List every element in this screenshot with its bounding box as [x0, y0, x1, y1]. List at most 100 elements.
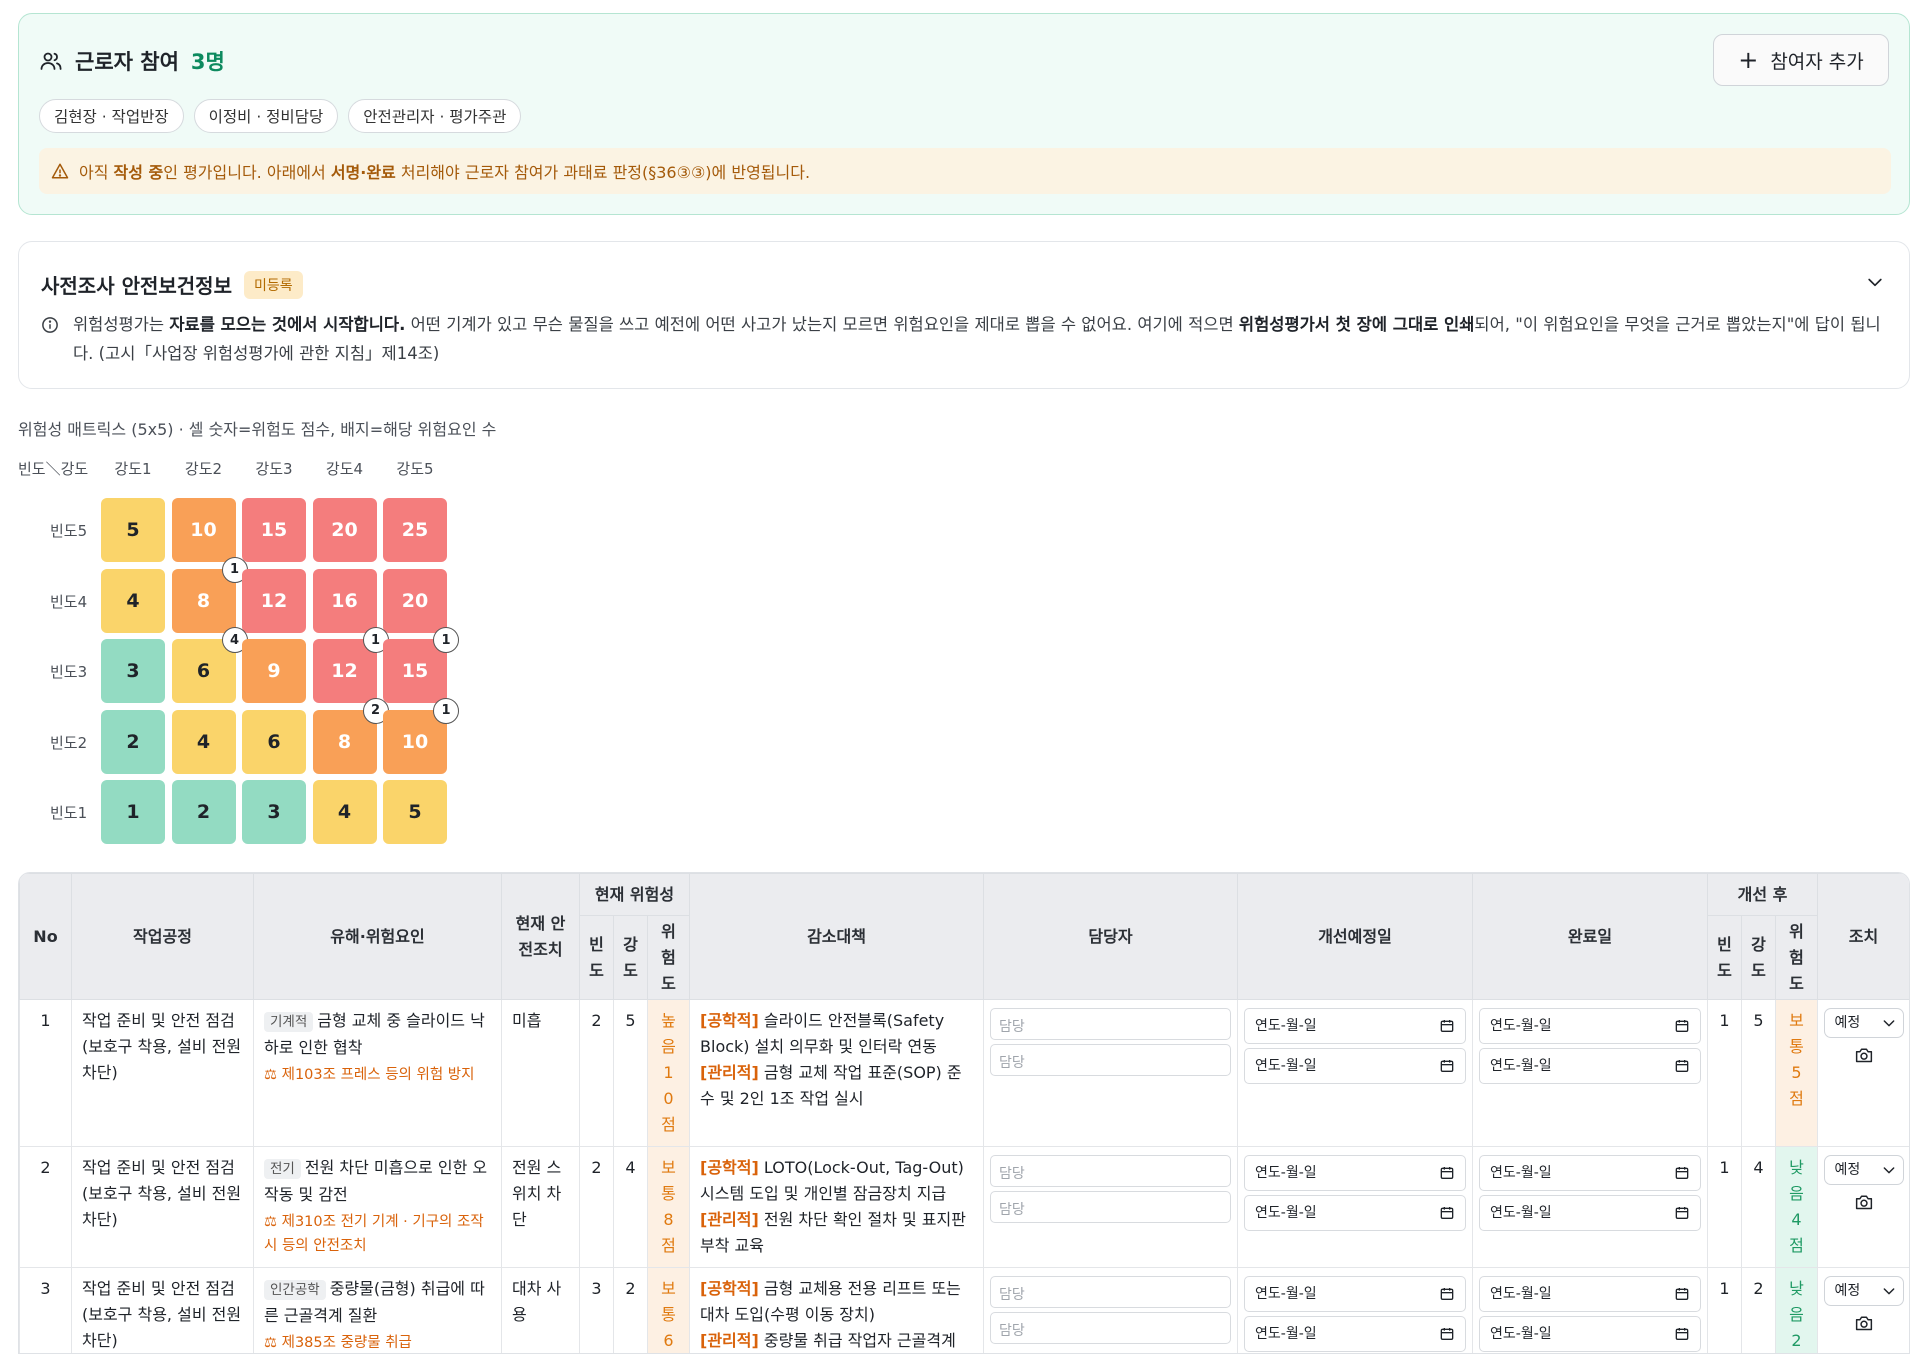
add-participant-button[interactable]: + 참여자 추가 — [1713, 34, 1889, 86]
row-current-measure: 미흡 — [501, 999, 580, 1147]
row-after-risk: 보통5점 — [1775, 999, 1819, 1147]
calendar-icon — [1440, 1020, 1454, 1032]
matrix-cell[interactable]: 2 — [171, 780, 236, 844]
row-after-freq: 1 — [1707, 1146, 1743, 1268]
planned-date-input[interactable]: 연도-월-일 — [1244, 1008, 1467, 1044]
participant-chip[interactable]: 이정비 · 정비담당 — [193, 99, 339, 133]
row-reduction: [공학적] LOTO(Lock-Out, Tag-Out) 시스템 도입 및 개… — [689, 1146, 985, 1268]
col-no: No — [19, 873, 72, 1000]
chevron-down-icon[interactable] — [1865, 272, 1885, 292]
info-icon — [42, 317, 58, 333]
participant-chip[interactable]: 안전관리자 · 평가주관 — [348, 99, 522, 133]
completed-date-input[interactable]: 연도-월-일 — [1479, 1048, 1702, 1084]
calendar-icon — [1440, 1060, 1454, 1072]
matrix-cell[interactable]: 15 — [242, 498, 306, 562]
matrix-cell[interactable]: 9 — [242, 639, 306, 703]
matrix-col-label: 강도4 — [325, 460, 364, 478]
participant-chip[interactable]: 김현장 · 작업반장 — [39, 99, 184, 133]
chevron-down-icon — [1883, 1167, 1894, 1174]
col-sev: 강도 — [613, 915, 648, 1000]
add-participant-label: 참여자 추가 — [1770, 50, 1864, 73]
matrix-col-label: 강도1 — [114, 460, 152, 478]
owner-input[interactable]: 담당 — [990, 1312, 1232, 1344]
row-current-measure: 대차 사용 — [501, 1267, 580, 1353]
matrix-col-label: 강도5 — [396, 460, 434, 478]
col-current-risk: 현재 위험성 — [578, 873, 691, 916]
row-freq: 3 — [579, 1267, 614, 1353]
row-owner: 담당 담당 — [983, 1146, 1239, 1268]
calendar-icon — [1440, 1207, 1454, 1219]
planned-date-input[interactable]: 연도-월-일 — [1244, 1155, 1467, 1191]
row-risk: 높음10점 — [646, 999, 691, 1147]
camera-icon[interactable] — [1854, 1314, 1874, 1332]
matrix-cell[interactable]: 10 — [171, 498, 236, 562]
camera-icon[interactable] — [1854, 1046, 1874, 1064]
owner-input[interactable]: 담당 — [990, 1276, 1232, 1308]
planned-date-input[interactable]: 연도-월-일 — [1244, 1048, 1467, 1084]
planned-date-input[interactable]: 연도-월-일 — [1244, 1195, 1467, 1231]
row-freq: 2 — [579, 1146, 614, 1268]
row-action: 예정 — [1817, 999, 1909, 1147]
camera-icon[interactable] — [1854, 1193, 1874, 1211]
matrix-cell[interactable]: 5 — [383, 780, 447, 844]
table-row: 1 작업 준비 및 안전 점검(보호구 착용, 설비 전원 차단) 기계적 금형 교체… — [19, 999, 1909, 1147]
pre-survey-title: 사전조사 안전보건정보 — [41, 274, 232, 298]
participant-list: 김현장 · 작업반장 이정비 · 정비담당 안전관리자 · 평가주관 — [39, 99, 522, 133]
col-hazard: 유해·위험요인 — [253, 873, 502, 1000]
row-process: 작업 준비 및 안전 점검(보호구 착용, 설비 전원 차단) — [71, 1267, 254, 1353]
pre-survey-header: 사전조사 안전보건정보 미등록 — [41, 270, 303, 299]
row-sev: 5 — [613, 999, 648, 1147]
status-badge: 미등록 — [243, 270, 303, 299]
matrix-cell[interactable]: 6 — [242, 709, 306, 774]
row-no: 3 — [19, 1267, 72, 1353]
action-status-select[interactable]: 예정 — [1823, 1155, 1904, 1185]
law-reference[interactable]: ⚖ 제310조 전기 기계 · 기구의 조작 시 등의 안전조치 — [264, 1210, 491, 1258]
law-reference[interactable]: ⚖ 제103조 프레스 등의 위험 방지 — [264, 1063, 491, 1087]
risk-assessment-table: No 작업공정 유해·위험요인 현재 안전조치 현재 위험성 감소대책 담당자 … — [18, 872, 1910, 1354]
planned-date-input[interactable]: 연도-월-일 — [1244, 1316, 1467, 1352]
matrix-cell[interactable]: 16 — [312, 568, 377, 633]
matrix-cell[interactable]: 20 — [312, 498, 377, 562]
completed-date-input[interactable]: 연도-월-일 — [1479, 1195, 1702, 1231]
matrix-cell[interactable]: 12 — [242, 568, 306, 633]
completed-date-input[interactable]: 연도-월-일 — [1479, 1276, 1702, 1312]
matrix-cell[interactable]: 3 — [101, 639, 165, 703]
matrix-cell[interactable]: 3 — [242, 780, 306, 844]
action-status-select[interactable]: 예정 — [1823, 1276, 1904, 1306]
law-reference[interactable]: ⚖ 제385조 중량물 취급 — [264, 1331, 491, 1353]
matrix-cell[interactable]: 5 — [101, 498, 165, 562]
completed-date-input[interactable]: 연도-월-일 — [1479, 1155, 1702, 1191]
draft-warning-text: 아직 작성 중인 평가입니다. 아래에서 서명·완료 처리해야 근로자 참여가 … — [79, 163, 811, 182]
completed-date-input[interactable]: 연도-월-일 — [1479, 1316, 1702, 1352]
matrix-cell[interactable]: 4 — [101, 568, 165, 633]
matrix-cell[interactable]: 4 — [312, 780, 377, 844]
action-status-select[interactable]: 예정 — [1823, 1008, 1904, 1038]
matrix-cell[interactable]: 20 — [383, 568, 447, 633]
matrix-col-label: 강도2 — [184, 460, 223, 478]
planned-date-input[interactable]: 연도-월-일 — [1244, 1276, 1467, 1312]
row-reduction: [공학적] 슬라이드 안전블록(Safety Block) 설치 의무화 및 인… — [689, 999, 985, 1147]
row-planned: 연도-월-일 연도-월-일 — [1237, 1267, 1474, 1353]
worker-participation-title: 근로자 참여 — [75, 50, 179, 74]
participant-count: 3명 — [190, 50, 225, 74]
matrix-cell[interactable]: 25 — [383, 498, 447, 562]
calendar-icon — [1675, 1288, 1689, 1300]
row-hazard: 기계적 금형 교체 중 슬라이드 낙하로 인한 협착 ⚖ 제103조 프레스 등의 … — [253, 999, 502, 1147]
col-after-freq: 빈도 — [1707, 915, 1743, 1000]
row-risk: 보통8점 — [646, 1146, 691, 1268]
completed-date-input[interactable]: 연도-월-일 — [1479, 1008, 1702, 1044]
col-planned: 개선예정일 — [1237, 873, 1474, 1000]
row-no: 2 — [19, 1146, 72, 1268]
calendar-icon — [1675, 1167, 1689, 1179]
owner-input[interactable]: 담당 — [990, 1191, 1232, 1223]
col-freq: 빈도 — [579, 915, 614, 1000]
pre-survey-info-text: 위험성평가는 자료를 모으는 것에서 시작합니다. 어떤 기계가 있고 무슨 물… — [73, 315, 1881, 363]
owner-input[interactable]: 담당 — [990, 1155, 1232, 1187]
pre-survey-card[interactable]: 사전조사 안전보건정보 미등록 위험성평가는 자료를 모으는 것에서 시작합니다… — [18, 241, 1910, 389]
matrix-cell[interactable]: 1 — [101, 780, 165, 844]
row-planned: 연도-월-일 연도-월-일 — [1237, 1146, 1474, 1268]
owner-input[interactable]: 담당 — [990, 1044, 1232, 1076]
owner-input[interactable]: 담당 — [990, 1008, 1232, 1040]
matrix-cell[interactable]: 4 — [171, 709, 236, 774]
matrix-cell[interactable]: 2 — [101, 709, 165, 774]
